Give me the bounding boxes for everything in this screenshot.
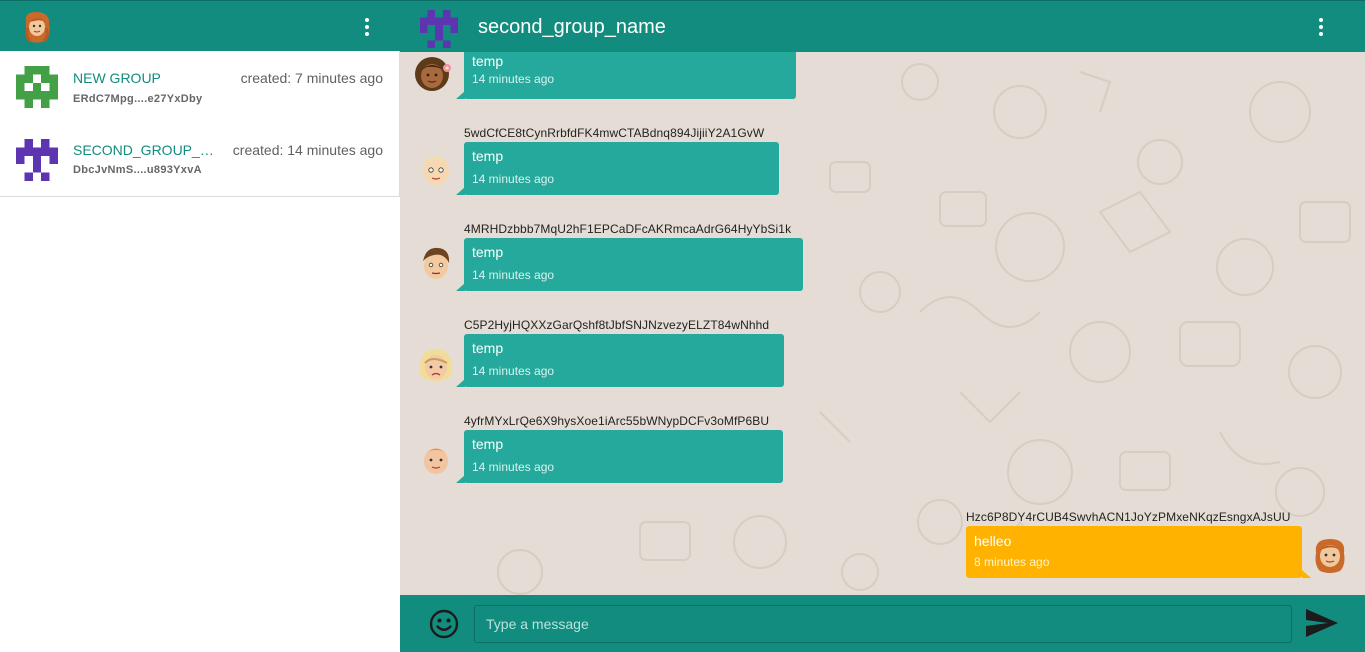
group-item-new-group[interactable]: NEW GROUP created: 7 minutes ago ERdC7Mp…	[0, 51, 399, 123]
group-id: DbcJvNmS....u893YxvA	[73, 164, 202, 176]
message-time: 14 minutes ago	[472, 460, 555, 474]
group-identicon[interactable]	[420, 10, 458, 48]
group-created-time: created: 7 minutes ago	[240, 70, 383, 86]
message-bubble[interactable]: temp 14 minutes ago	[464, 238, 803, 291]
message-bubble[interactable]: temp 14 minutes ago	[464, 142, 779, 195]
group-name: NEW GROUP	[73, 70, 161, 86]
group-created-time: created: 14 minutes ago	[232, 142, 383, 158]
group-identicon	[16, 66, 58, 108]
message-bubble[interactable]: temp 14 minutes ago	[464, 52, 796, 99]
message-text: helleo	[974, 533, 1012, 549]
chat-panel: second_group_name temp 14 minutes ago 5w…	[400, 0, 1365, 652]
conversation-sidebar: NEW GROUP created: 7 minutes ago ERdC7Mp…	[0, 0, 400, 652]
emoji-smile-icon[interactable]	[428, 608, 460, 640]
message-text: temp	[472, 148, 504, 164]
group-item-second-group[interactable]: SECOND_GROUP_NAME created: 14 minutes ag…	[0, 123, 399, 195]
sender-avatar	[424, 448, 448, 474]
sender-id: Hzc6P8DY4rCUB4SwvhACN1JoYzPMxeNKqzEsngxA…	[966, 510, 1291, 524]
message-time: 14 minutes ago	[472, 268, 555, 282]
message-list[interactable]: temp 14 minutes ago 5wdCfCE8tCynRrbfdFK4…	[400, 52, 1365, 595]
sender-id: 5wdCfCE8tCynRrbfdFK4mwCTABdnq894JijiiY2A…	[464, 126, 765, 140]
group-identicon	[16, 139, 58, 181]
sender-avatar	[415, 57, 451, 91]
sender-avatar	[423, 247, 450, 279]
chat-title: second_group_name	[478, 16, 666, 38]
sidebar-header	[0, 0, 400, 51]
sender-id: 4MRHDzbbb7MqU2hF1EPCaDFcAKRmcaAdrG64HyYb…	[464, 222, 792, 236]
group-name: SECOND_GROUP_NAME	[73, 142, 218, 158]
group-list: NEW GROUP created: 7 minutes ago ERdC7Mp…	[0, 51, 400, 197]
message-time: 14 minutes ago	[472, 364, 555, 378]
chat-header: second_group_name	[400, 0, 1365, 52]
message-text: temp	[472, 436, 504, 452]
message-time: 8 minutes ago	[974, 555, 1050, 569]
message-bubble[interactable]: temp 14 minutes ago	[464, 430, 783, 483]
chat-menu-icon[interactable]	[1311, 12, 1331, 42]
message-time: 14 minutes ago	[472, 172, 555, 186]
message-text: temp	[472, 244, 504, 260]
user-avatar[interactable]	[20, 10, 54, 44]
sender-id: C5P2HyjHQXXzGarQshf8tJbfSNJNzvezyELZT84w…	[464, 318, 770, 332]
sender-avatar	[1315, 539, 1345, 573]
sender-avatar	[419, 349, 453, 381]
message-input[interactable]	[474, 605, 1292, 643]
message-text: temp	[472, 340, 504, 356]
sender-id: 4yfrMYxLrQe6X9hysXoe1iArc55bWNypDCFv3oMf…	[464, 414, 770, 428]
send-arrow-icon[interactable]	[1304, 607, 1340, 639]
message-bubble[interactable]: helleo 8 minutes ago	[966, 526, 1302, 578]
message-time: 14 minutes ago	[472, 72, 555, 86]
message-bubble[interactable]: temp 14 minutes ago	[464, 334, 784, 387]
group-id: ERdC7Mpg....e27YxDby	[73, 93, 203, 105]
sender-avatar	[422, 157, 450, 185]
message-composer	[400, 595, 1365, 652]
sidebar-menu-icon[interactable]	[357, 12, 377, 42]
message-text: temp	[472, 53, 504, 69]
